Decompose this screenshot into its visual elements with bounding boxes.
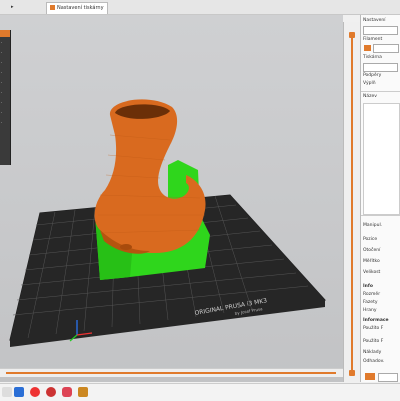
- left-toolbar-item[interactable]: ·: [1, 90, 8, 95]
- left-toolbar-item[interactable]: ·: [1, 40, 8, 45]
- tab-printer-settings-label: Nastavení tiskárny: [57, 5, 104, 11]
- sidebar-edges-label: Hrany: [363, 308, 377, 313]
- left-toolbar-item[interactable]: ·: [1, 60, 8, 65]
- sidebar-facets-label: Fazety: [363, 300, 378, 305]
- right-sidebar: Nastavení Filament Tiskárna Podpěry Výpl…: [360, 15, 400, 382]
- left-toolbar-item[interactable]: ·: [1, 100, 8, 105]
- browser-icon[interactable]: [30, 387, 40, 397]
- layer-horizontal-slider[interactable]: [0, 368, 343, 377]
- scene: ORIGINAL PRUSA i3 MK3 by Josef Prusa: [9, 99, 327, 347]
- left-toolbar: · · · · · · · · ·: [0, 30, 11, 165]
- sidebar-scale-label: Měřítko: [363, 259, 380, 264]
- sidebar-used-filament-label: Použito F: [363, 326, 384, 331]
- taskbar: [0, 383, 400, 401]
- left-toolbar-item[interactable]: ·: [1, 110, 8, 115]
- left-toolbar-item[interactable]: ·: [1, 70, 8, 75]
- sidebar-rotation-label: Otočení: [363, 248, 381, 253]
- start-icon[interactable]: [2, 387, 12, 397]
- filament-select[interactable]: [373, 44, 399, 53]
- left-toolbar-item[interactable]: ·: [1, 80, 8, 85]
- sidebar-used-filament-label-2: Použito F: [363, 339, 384, 344]
- vslider-bottom-thumb[interactable]: [349, 370, 355, 376]
- divider: [361, 215, 400, 216]
- hslider-track[interactable]: [6, 372, 336, 374]
- sidebar-information-label: Informace: [363, 318, 389, 323]
- tab-printer-settings[interactable]: Nastavení tiskárny: [46, 2, 108, 14]
- sidebar-settings-label: Nastavení: [363, 18, 386, 23]
- 3d-viewport[interactable]: ORIGINAL PRUSA i3 MK3 by Josef Prusa: [0, 15, 343, 382]
- sidebar-info-label: Info: [363, 284, 373, 289]
- export-button[interactable]: [365, 373, 375, 380]
- sidebar-manipulation-label: Manipul.: [363, 223, 383, 228]
- printer-select[interactable]: [363, 63, 398, 72]
- sidebar-name-header: Název: [363, 94, 377, 99]
- tab-plater[interactable]: ▸: [8, 2, 17, 13]
- left-toolbar-item[interactable]: ·: [1, 120, 8, 125]
- printer-icon: [50, 5, 55, 10]
- sidebar-supports-label: Podpěry: [363, 73, 382, 78]
- divider: [361, 91, 400, 92]
- sidebar-position-label: Pozice: [363, 237, 378, 242]
- prusaslicer-icon[interactable]: [78, 387, 88, 397]
- sidebar-estimated-label: Odhadov.: [363, 359, 385, 364]
- filament-color-swatch[interactable]: [364, 45, 371, 51]
- app-icon[interactable]: [62, 387, 72, 397]
- app-icon[interactable]: [14, 387, 24, 397]
- sidebar-filament-label: Filament: [363, 37, 383, 42]
- sidebar-dimensions-label: Rozměr: [363, 292, 381, 297]
- sidebar-size-label: Velikost: [363, 270, 381, 275]
- app-icon[interactable]: [46, 387, 56, 397]
- layer-vertical-slider[interactable]: [343, 22, 360, 382]
- sidebar-cost-label: Náklady: [363, 350, 382, 355]
- print-settings-select[interactable]: [363, 26, 398, 35]
- tab-bar: ▸ Nastavení tiskárny: [0, 0, 400, 15]
- left-toolbar-item[interactable]: ·: [1, 50, 8, 55]
- object-list[interactable]: [363, 103, 400, 215]
- sidebar-infill-label: Výplň: [363, 81, 376, 86]
- vslider-track[interactable]: [351, 34, 353, 374]
- vslider-top-thumb[interactable]: [349, 32, 355, 38]
- left-toolbar-toggle[interactable]: [0, 30, 10, 37]
- sidebar-printer-label: Tiskárna: [363, 55, 382, 60]
- slice-button[interactable]: [378, 373, 398, 382]
